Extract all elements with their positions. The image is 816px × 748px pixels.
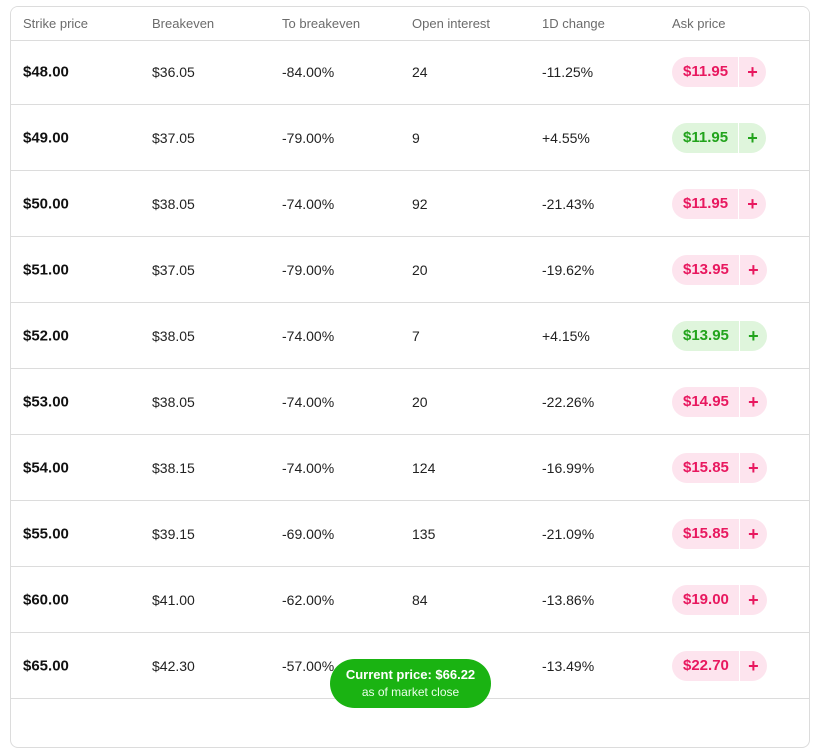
change-cell: -21.43%	[542, 195, 595, 212]
header-breakeven: Breakeven	[152, 16, 215, 31]
market-close-note: as of market close	[361, 685, 460, 699]
breakeven-cell: $37.05	[152, 261, 195, 278]
strike-price-cell: $53.00	[23, 393, 69, 410]
to-breakeven-cell: -69.00%	[282, 525, 335, 542]
breakeven-cell: $39.15	[152, 525, 195, 542]
header-open-interest: Open interest	[412, 16, 491, 31]
open-interest-cell: 92	[412, 195, 428, 212]
ask-price-value: $19.00	[683, 590, 729, 608]
ask-price-value: $13.95	[683, 326, 729, 344]
to-breakeven-cell: -62.00%	[282, 591, 335, 608]
header-ask-price: Ask price	[672, 16, 726, 31]
strike-price-cell: $48.00	[23, 63, 69, 80]
ask-price-value: $11.95	[683, 128, 729, 146]
ask-price-button[interactable]: $15.85 +	[672, 518, 767, 549]
change-cell: -16.99%	[542, 459, 595, 476]
to-breakeven-cell: -79.00%	[282, 129, 335, 146]
strike-price-cell: $52.00	[23, 327, 69, 344]
add-icon[interactable]: +	[738, 188, 766, 219]
ask-price-button[interactable]: $22.70 +	[672, 650, 767, 681]
table-row[interactable]: $48.00 $36.05 -84.00% 24 -11.25% $11.95 +	[11, 39, 809, 105]
strike-price-cell: $54.00	[23, 459, 69, 476]
open-interest-cell: 9	[412, 129, 420, 146]
table-row[interactable]: $60.00 $41.00 -62.00% 84 -13.86% $19.00 +	[11, 567, 809, 633]
current-price-badge: Current price: $66.22 as of market close	[330, 659, 491, 708]
to-breakeven-cell: -57.00%	[282, 657, 335, 674]
strike-price-cell: $50.00	[23, 195, 69, 212]
add-icon[interactable]: +	[738, 386, 767, 417]
ask-price-button[interactable]: $19.00 +	[672, 584, 767, 615]
ask-price-button[interactable]: $11.95 +	[672, 188, 767, 219]
add-icon[interactable]: +	[738, 56, 766, 87]
change-cell: +4.55%	[542, 129, 590, 146]
strike-price-cell: $51.00	[23, 261, 69, 278]
table-row[interactable]: $49.00 $37.05 -79.00% 9 +4.55% $11.95 +	[11, 105, 809, 171]
strike-price-cell: $49.00	[23, 129, 69, 146]
add-icon[interactable]: +	[738, 452, 767, 483]
to-breakeven-cell: -74.00%	[282, 327, 335, 344]
open-interest-cell: 135	[412, 525, 436, 542]
ask-price-button[interactable]: $11.95 +	[672, 122, 767, 153]
ask-price-value: $11.95	[683, 62, 729, 80]
change-cell: -21.09%	[542, 525, 595, 542]
open-interest-cell: 84	[412, 591, 428, 608]
table-row[interactable]: $55.00 $39.15 -69.00% 135 -21.09% $15.85 +	[11, 501, 809, 567]
ask-price-button[interactable]: $14.95 +	[672, 386, 767, 417]
add-icon[interactable]: +	[738, 122, 766, 153]
open-interest-cell: 124	[412, 459, 436, 476]
add-icon[interactable]: +	[738, 254, 767, 285]
ask-price-value: $15.85	[683, 458, 729, 476]
change-cell: -22.26%	[542, 393, 595, 410]
ask-price-button[interactable]: $15.85 +	[672, 452, 767, 483]
ask-price-button[interactable]: $11.95 +	[672, 56, 767, 87]
breakeven-cell: $36.05	[152, 63, 195, 80]
options-chain-table: $47.00$35.05-84.00%5-7.87%$11.95+$48.00$…	[10, 6, 810, 748]
to-breakeven-cell: -84.00%	[282, 63, 335, 80]
strike-price-cell: $60.00	[23, 591, 69, 608]
add-icon[interactable]: +	[738, 320, 767, 351]
breakeven-cell: $38.15	[152, 459, 195, 476]
ask-price-value: $15.85	[683, 524, 729, 542]
add-icon[interactable]: +	[738, 650, 767, 681]
change-cell: -11.25%	[542, 63, 594, 80]
open-interest-cell: 20	[412, 261, 428, 278]
breakeven-cell: $41.00	[152, 591, 195, 608]
add-icon[interactable]: +	[738, 518, 767, 549]
current-price-label: Current price: $66.22	[345, 667, 476, 682]
breakeven-cell: $38.05	[152, 195, 195, 212]
ask-price-button[interactable]: $13.95 +	[672, 254, 767, 285]
change-cell: +4.15%	[542, 327, 590, 344]
add-icon[interactable]: +	[738, 584, 767, 615]
table-row[interactable]: $51.00 $37.05 -79.00% 20 -19.62% $13.95 +	[11, 237, 809, 303]
table-row[interactable]: $54.00 $38.15 -74.00% 124 -16.99% $15.85 +	[11, 435, 809, 501]
header-strike-price: Strike price	[23, 16, 89, 31]
open-interest-cell: 24	[412, 63, 428, 80]
to-breakeven-cell: -74.00%	[282, 195, 335, 212]
header-1d-change: 1D change	[542, 16, 605, 31]
header-to-breakeven: To breakeven	[282, 16, 361, 31]
ask-price-value: $14.95	[683, 392, 729, 410]
ask-price-button[interactable]: $13.95 +	[672, 320, 767, 351]
breakeven-cell: $38.05	[152, 327, 195, 344]
ask-price-value: $11.95	[683, 194, 729, 212]
to-breakeven-cell: -79.00%	[282, 261, 335, 278]
table-header: Strike price Breakeven To breakeven Open…	[11, 7, 809, 41]
change-cell: -13.86%	[542, 591, 595, 608]
change-cell: -13.49%	[542, 657, 595, 674]
breakeven-cell: $38.05	[152, 393, 195, 410]
table-row[interactable]: $53.00 $38.05 -74.00% 20 -22.26% $14.95 +	[11, 369, 809, 435]
open-interest-cell: 7	[412, 327, 420, 344]
strike-price-cell: $65.00	[23, 657, 69, 674]
change-cell: -19.62%	[542, 261, 595, 278]
breakeven-cell: $37.05	[152, 129, 195, 146]
strike-price-cell: $55.00	[23, 525, 69, 542]
to-breakeven-cell: -74.00%	[282, 393, 335, 410]
ask-price-value: $22.70	[683, 656, 729, 674]
ask-price-value: $13.95	[683, 260, 729, 278]
to-breakeven-cell: -74.00%	[282, 459, 335, 476]
breakeven-cell: $42.30	[152, 657, 195, 674]
table-row[interactable]: $52.00 $38.05 -74.00% 7 +4.15% $13.95 +	[11, 303, 809, 369]
open-interest-cell: 20	[412, 393, 428, 410]
table-row[interactable]: $50.00 $38.05 -74.00% 92 -21.43% $11.95 +	[11, 171, 809, 237]
